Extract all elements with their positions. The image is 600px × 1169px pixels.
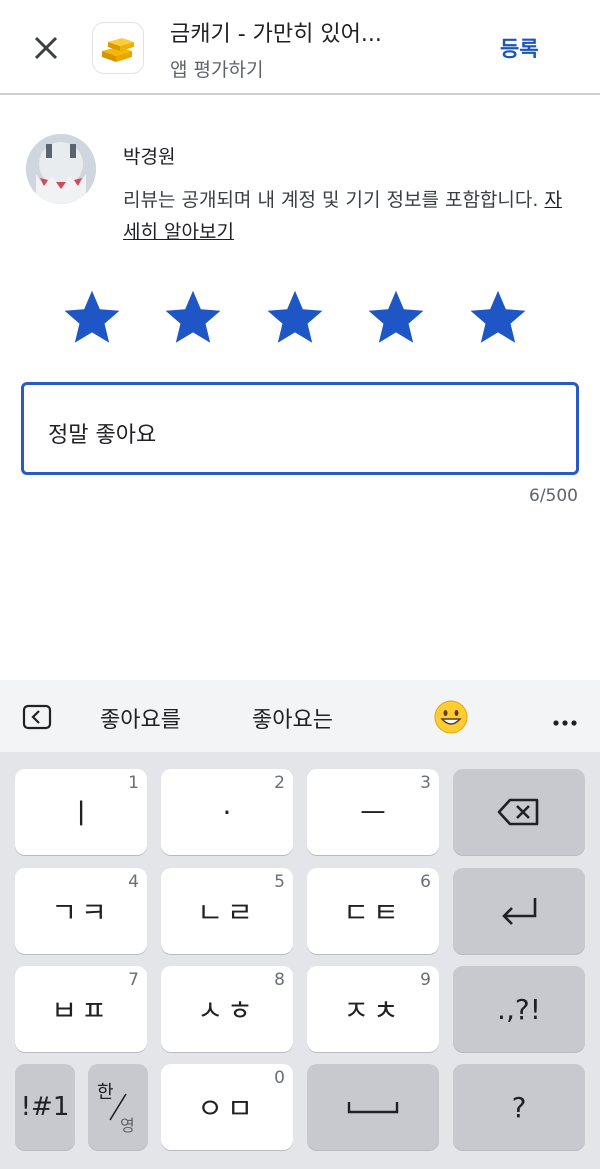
key-number: 8 [274, 970, 285, 990]
suggestion-1[interactable]: 좋아요를 [100, 702, 181, 734]
top-bar: 금캐기 - 가만히 있어... 앱 평가하기 등록 [0, 0, 600, 95]
emoji-suggestion[interactable] [434, 700, 468, 734]
star-4[interactable] [364, 286, 428, 350]
key-label: ㅂㅍ [51, 994, 111, 1027]
star-icon [368, 290, 424, 343]
user-name: 박경원 [123, 146, 176, 168]
enter-key[interactable] [453, 868, 585, 954]
page-subtitle: 앱 평가하기 [170, 59, 264, 81]
key-number: 6 [420, 872, 431, 892]
star-icon [64, 290, 120, 343]
slash-icon [109, 1093, 127, 1121]
app-title: 금캐기 - 가만히 있어... [170, 22, 382, 47]
review-text: 정말 좋아요 [48, 423, 157, 448]
language-switch-key[interactable]: 한 영 [88, 1064, 148, 1150]
key-n-r[interactable]: ㄴㄹ 5 [161, 868, 293, 954]
key-i[interactable]: ㅣ 1 [15, 769, 147, 855]
key-label: ㄱㅋ [51, 896, 111, 929]
symbols-key[interactable]: !#1 [15, 1064, 75, 1150]
key-label: ㄴㄹ [197, 896, 257, 929]
star-2[interactable] [161, 286, 225, 350]
user-avatar-image [26, 134, 96, 204]
key-b-p[interactable]: ㅂㅍ 7 [15, 966, 147, 1052]
privacy-notice-text: 리뷰는 공개되며 내 계정 및 기기 정보를 포함합니다. [123, 189, 545, 211]
lang-bottom-label: 영 [120, 1116, 135, 1135]
star-icon [165, 290, 221, 343]
key-label: ㅅㅎ [197, 994, 257, 1027]
submit-button[interactable]: 등록 [500, 33, 539, 63]
key-label: ㄷㅌ [343, 896, 403, 929]
key-number: 7 [128, 970, 139, 990]
star-3[interactable] [263, 286, 327, 350]
backspace-key[interactable] [453, 769, 585, 855]
more-horizontal-icon [553, 720, 577, 726]
keyboard: ㅣ 1 · 2 ㅡ 3 ㄱㅋ 4 ㄴㄹ 5 ㄷㅌ 6 ㅂㅍ 7 ㅅㅎ 8 ㅈㅊ … [0, 752, 600, 1169]
key-number: 0 [274, 1068, 285, 1088]
key-label: ? [511, 1090, 527, 1124]
key-o-m[interactable]: ㅇㅁ 0 [161, 1064, 293, 1150]
key-number: 2 [274, 773, 285, 793]
key-eu[interactable]: ㅡ 3 [307, 769, 439, 855]
key-label: !#1 [20, 1092, 70, 1122]
key-number: 3 [420, 773, 431, 793]
star-1[interactable] [60, 286, 124, 350]
key-d-t[interactable]: ㄷㅌ 6 [307, 868, 439, 954]
key-s-h[interactable]: ㅅㅎ 8 [161, 966, 293, 1052]
backspace-icon [497, 798, 539, 826]
key-label: · [222, 795, 232, 829]
space-key[interactable] [307, 1064, 439, 1150]
keyboard-suggestion-bar: 좋아요를 좋아요는 [0, 680, 600, 752]
chevron-left-icon [22, 704, 52, 730]
key-dot[interactable]: · 2 [161, 769, 293, 855]
key-number: 5 [274, 872, 285, 892]
key-label: ㅡ [360, 797, 386, 830]
key-j-ch[interactable]: ㅈㅊ 9 [307, 966, 439, 1052]
star-rating [60, 286, 540, 350]
close-icon [34, 36, 58, 60]
gold-bars-icon [102, 38, 134, 62]
grinning-face-icon [434, 700, 468, 734]
key-number: 9 [420, 970, 431, 990]
question-key[interactable]: ? [453, 1064, 585, 1150]
key-g-k[interactable]: ㄱㅋ 4 [15, 868, 147, 954]
character-counter: 6/500 [529, 486, 578, 506]
punctuation-key[interactable]: .,?! [453, 966, 585, 1052]
star-icon [470, 290, 526, 343]
enter-icon [502, 898, 537, 925]
key-number: 1 [128, 773, 139, 793]
key-label: ㅈㅊ [343, 994, 403, 1027]
suggestion-2[interactable]: 좋아요는 [252, 702, 333, 734]
more-button[interactable] [552, 712, 578, 726]
key-number: 4 [128, 872, 139, 892]
star-5[interactable] [466, 286, 530, 350]
close-button[interactable] [26, 28, 66, 68]
key-label: .,?! [497, 992, 541, 1026]
key-label: ㅣ [68, 797, 94, 830]
toolbar-toggle-button[interactable] [22, 704, 52, 730]
space-icon [347, 1102, 399, 1114]
app-icon [92, 22, 144, 74]
avatar [26, 134, 96, 204]
key-label: ㅇㅁ [197, 1092, 257, 1125]
review-input[interactable]: 정말 좋아요 [21, 382, 579, 475]
star-icon [267, 290, 323, 343]
privacy-notice: 리뷰는 공개되며 내 계정 및 기기 정보를 포함합니다. 자세히 알아보기 [123, 184, 563, 248]
